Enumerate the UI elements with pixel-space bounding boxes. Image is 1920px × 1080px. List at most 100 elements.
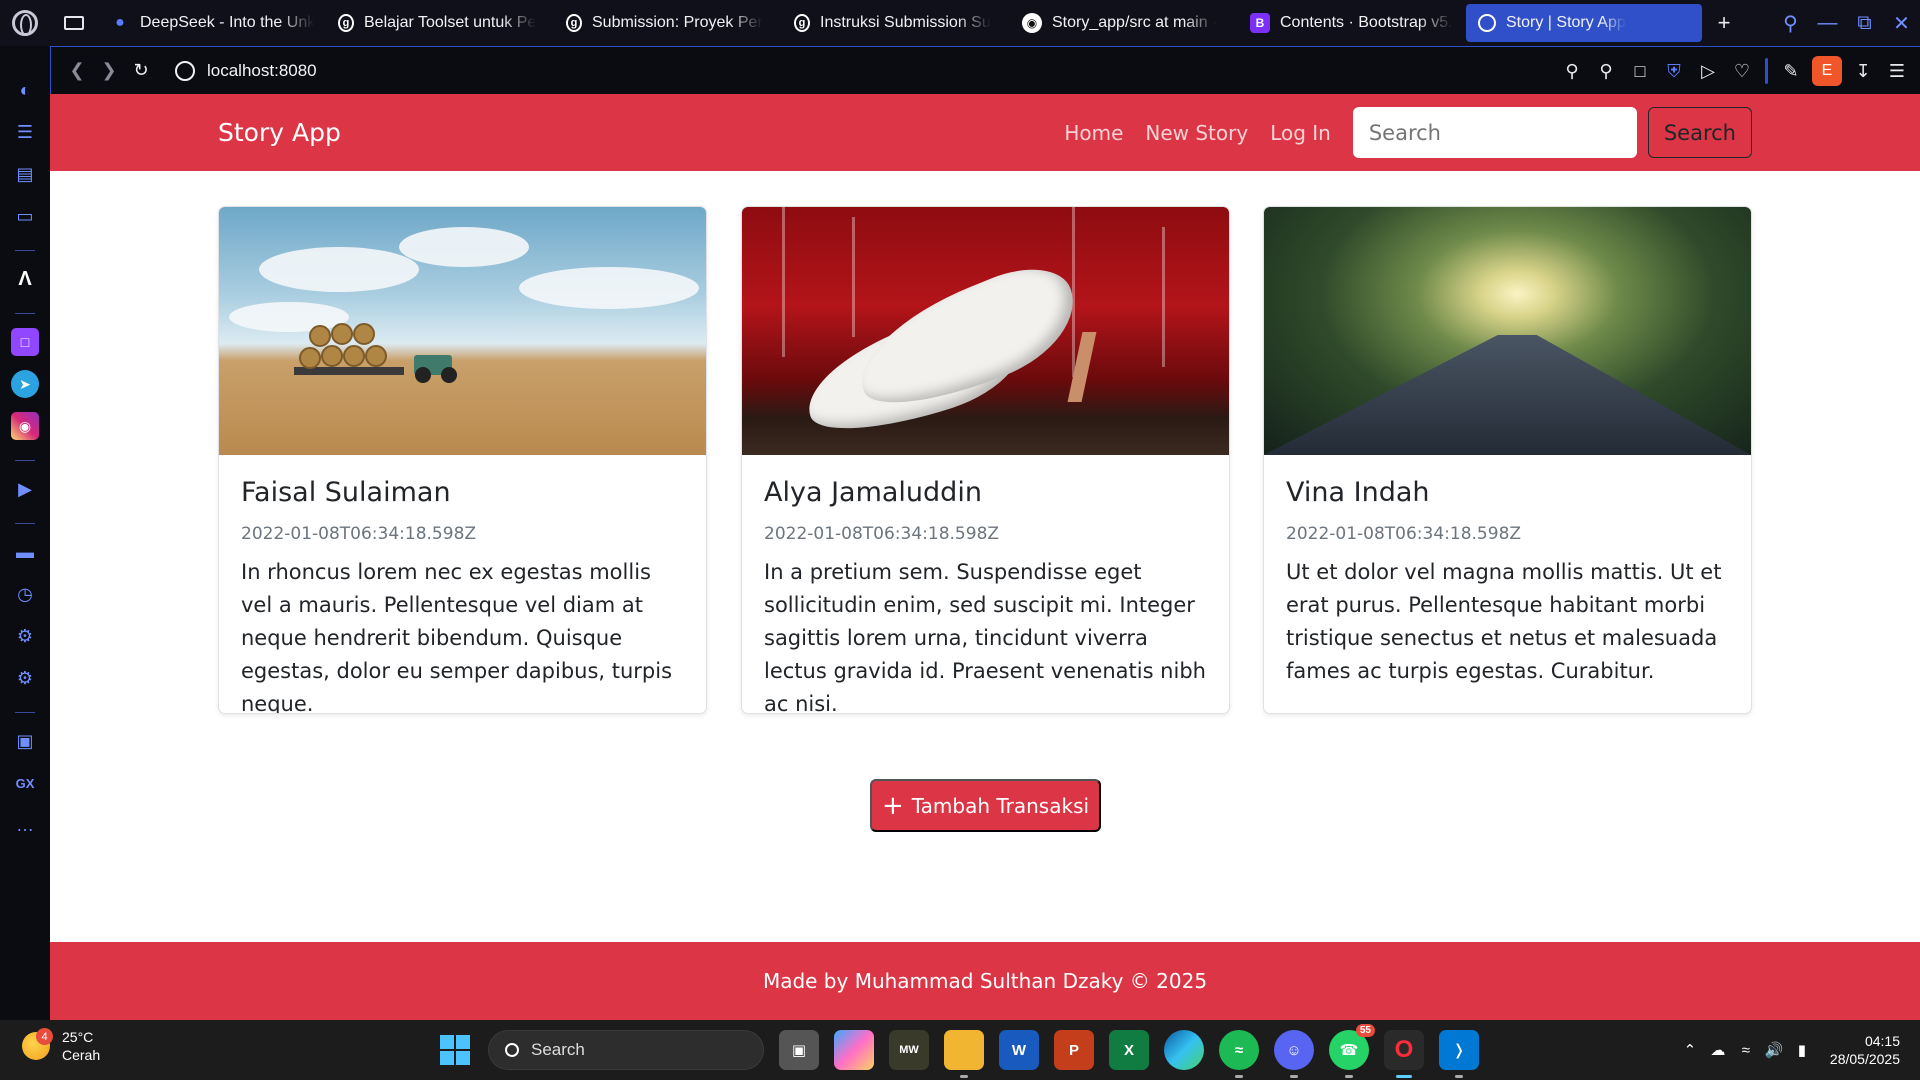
onedrive-cloud-icon[interactable]: ☁ [1704,1036,1732,1064]
site-brand[interactable]: Story App [218,118,341,147]
story-card[interactable]: Vina Indah 2022-01-08T06:34:18.598Z Ut e… [1263,206,1752,714]
story-description: In rhoncus lorem nec ex egestas mollis v… [241,560,673,714]
telegram-icon[interactable]: ➤ [11,370,39,398]
profile-avatar[interactable]: E [1812,56,1842,86]
copilot-icon[interactable] [834,1030,874,1070]
heart-icon[interactable]: ♡ [1725,54,1759,88]
add-transaction-button[interactable]: + Tambah Transaksi [870,779,1101,832]
site-info-icon[interactable] [175,60,195,81]
clock[interactable]: 04:15 28/05/2025 [1830,1032,1900,1068]
browser-sidebar: ◐ ☰ ▤ ▭ Λ □ ➤ ◉ ▶ ▬ ◷ ⚙ ⚙ ▣ GX … [0,46,50,1020]
discord-icon[interactable]: ☺ [1274,1030,1314,1078]
instagram-icon[interactable]: ◉ [11,412,39,440]
nav-new-story[interactable]: New Story [1145,121,1248,145]
pin-icon[interactable]: ⚲ [1589,54,1623,88]
github-icon: ◉ [1022,13,1042,33]
new-tab-button[interactable]: + [1708,7,1740,39]
back-icon[interactable]: ❮ [61,55,93,87]
edge-icon[interactable] [1164,1030,1204,1070]
story-date: 2022-01-08T06:34:18.598Z [241,524,477,544]
search-button[interactable]: Search [1647,107,1752,158]
minimize-icon[interactable]: — [1809,0,1846,46]
site-navbar: Story App Home New Story Log In Search [50,94,1920,171]
tab-instruksi-submission[interactable]: g Instruksi Submission Su [782,4,1010,42]
tab-deepseek[interactable]: ● DeepSeek - Into the Unk [98,4,326,42]
search-input[interactable] [1352,107,1637,158]
volume-icon[interactable]: 🔊 [1760,1036,1788,1064]
forward-icon[interactable]: ❯ [93,55,125,87]
tab-title: Story_app/src at main · [1052,14,1218,31]
speed-dial-icon[interactable]: ◐ [11,76,39,104]
windows-start-icon[interactable] [440,1035,470,1065]
adblock-shield-icon[interactable]: ⛨ [1657,54,1691,88]
footer-text: Made by Muhammad Sulthan Dzaky © 2025 [762,969,1208,993]
weather-widget[interactable]: 4 25°C Cerah [22,1028,100,1064]
whatsapp-icon[interactable]: ☎ 55 [1329,1024,1375,1078]
twitch-icon[interactable]: □ [11,328,39,356]
story-date: 2022-01-08T06:34:18.598Z [1286,524,1522,544]
more-icon[interactable]: … [11,811,39,839]
wallet-icon[interactable]: ▬ [11,538,39,566]
excel-icon[interactable]: X [1109,1030,1149,1070]
tab-title: DeepSeek - Into the Unk [140,14,314,31]
word-icon[interactable]: W [999,1030,1039,1070]
story-card[interactable]: Faisal Sulaiman 2022-01-08T06:34:18.598Z… [218,206,707,714]
wallpaper-icon[interactable]: ▣ [11,727,39,755]
aria-m-icon[interactable]: ▭ [11,202,39,230]
tab-islands-icon[interactable] [50,0,98,46]
wifi-icon[interactable]: ≈ [1732,1036,1760,1064]
restore-icon[interactable]: ⧉ [1846,0,1883,46]
task-view-icon[interactable]: ▣ [779,1030,819,1070]
tab-github[interactable]: ◉ Story_app/src at main · [1010,4,1238,42]
vscode-icon[interactable]: ❭ [1439,1030,1479,1078]
spotify-icon[interactable]: ≈ [1219,1030,1259,1078]
easy-setup-icon[interactable]: ☰ [1880,54,1914,88]
clock-time: 04:15 [1864,1033,1900,1049]
dicoding-icon: g [338,14,354,32]
opera-gx-icon[interactable]: O [1384,1030,1424,1078]
anthropic-icon[interactable]: Λ [11,265,39,293]
tab-title: Belajar Toolset untuk Pe [364,14,537,31]
zoom-icon[interactable]: ⚲ [1555,54,1589,88]
tab-title: Submission: Proyek Per [592,14,763,31]
extensions-puzzle-icon[interactable]: ✎ [1774,54,1808,88]
sidebar-divider [15,250,35,251]
battery-icon[interactable]: ▮ [1788,1036,1816,1064]
clock-date: 28/05/2025 [1829,1051,1900,1067]
tab-bootstrap[interactable]: B Contents · Bootstrap v5. [1238,4,1466,42]
nav-login[interactable]: Log In [1270,121,1331,145]
extensions-icon[interactable]: ⚙ [11,622,39,650]
tab-submission-proyek[interactable]: g Submission: Proyek Per [554,4,782,42]
gx-icon[interactable]: GX [11,769,39,797]
story-author: Vina Indah [1286,477,1430,508]
reload-icon[interactable]: ↻ [125,55,157,87]
settings-icon[interactable]: ⚙ [11,664,39,692]
download-icon[interactable]: ↧ [1846,54,1880,88]
tab-story-app[interactable]: Story | Story App [1466,4,1702,42]
powerpoint-icon[interactable]: P [1054,1030,1094,1070]
tab-belajar-toolset[interactable]: g Belajar Toolset untuk Pe [326,4,554,42]
taskbar-search[interactable]: Search [488,1030,764,1070]
file-explorer-icon[interactable] [944,1030,984,1078]
player-icon[interactable]: ▶ [11,475,39,503]
nav-home[interactable]: Home [1064,121,1123,145]
news-icon[interactable]: ▤ [11,160,39,188]
browser-tab-strip: ● DeepSeek - Into the Unk g Belajar Tool… [0,0,1920,46]
mw-app-icon[interactable]: MW [889,1030,929,1070]
chevron-up-icon[interactable]: ⌃ [1676,1036,1704,1064]
close-icon[interactable]: ✕ [1883,0,1920,46]
shopping-icon[interactable]: ☰ [11,118,39,146]
story-card[interactable]: Alya Jamaluddin 2022-01-08T06:34:18.598Z… [741,206,1230,714]
search-tabs-icon[interactable]: ⚲ [1772,0,1809,46]
url-field[interactable]: localhost:8080 [207,61,317,81]
bootstrap-icon: B [1250,13,1270,33]
dicoding-icon: g [794,14,810,32]
history-icon[interactable]: ◷ [11,580,39,608]
toolbar-divider [1765,58,1768,84]
sidebar-divider [15,460,35,461]
weather-badge: 4 [36,1028,53,1045]
snapshot-icon[interactable]: □ [1623,54,1657,88]
send-icon[interactable]: ▷ [1691,54,1725,88]
opera-menu-icon[interactable] [0,0,50,46]
story-author: Alya Jamaluddin [764,477,982,508]
